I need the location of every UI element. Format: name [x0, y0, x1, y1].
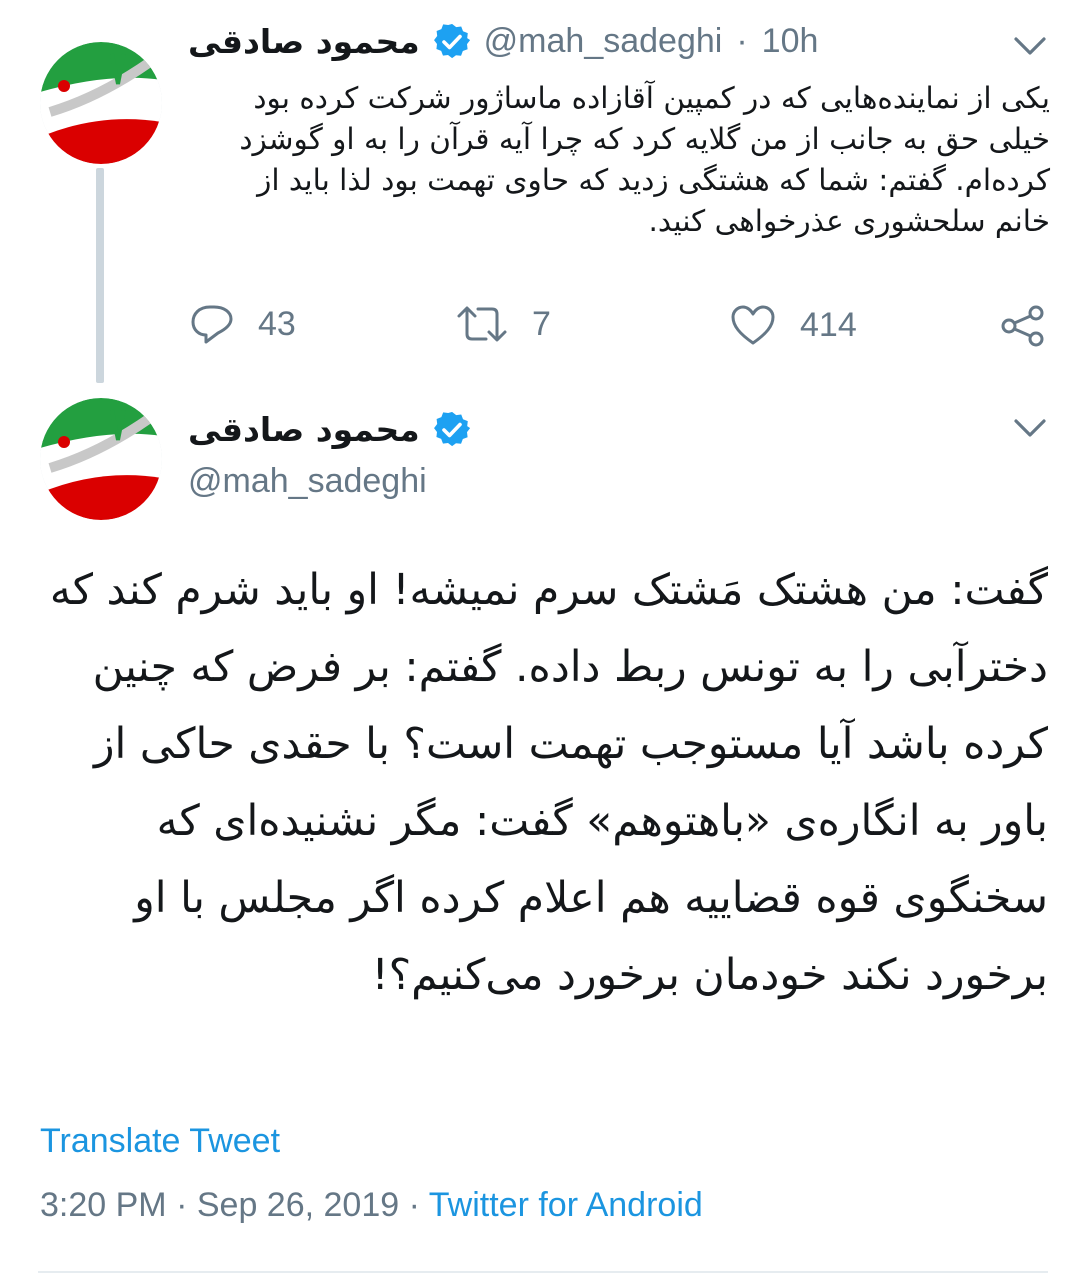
- avatar[interactable]: [40, 398, 162, 520]
- retweet-icon: [457, 306, 507, 342]
- handle[interactable]: @mah_sadeghi: [484, 22, 723, 61]
- display-name[interactable]: محمود صادقی: [188, 410, 420, 449]
- translate-tweet-link[interactable]: Translate Tweet: [40, 1122, 280, 1161]
- divider: [38, 1271, 1048, 1273]
- tweet-date[interactable]: Sep 26, 2019: [197, 1186, 399, 1224]
- tweet2-header-name-row: محمود صادقی: [188, 410, 470, 449]
- tweet-time[interactable]: 10h: [762, 22, 819, 61]
- tweet-source-link[interactable]: Twitter for Android: [429, 1186, 703, 1224]
- display-name[interactable]: محمود صادقی: [188, 22, 420, 61]
- tweet-time[interactable]: 3:20 PM: [40, 1186, 167, 1224]
- like-count: 414: [800, 305, 857, 344]
- meta-separator: ·: [176, 1186, 188, 1224]
- verified-badge-icon: [433, 23, 470, 58]
- tweet1-text: یکی از نماینده‌هایی که در کمپین آقازاده …: [239, 81, 1050, 238]
- tweet2-text: گفت: من هشتک مَشتک سرم نمیشه! او باید شر…: [49, 566, 1048, 1000]
- handle[interactable]: @mah_sadeghi: [188, 462, 427, 501]
- reply-icon: [191, 305, 233, 344]
- chevron-down-icon[interactable]: [1012, 414, 1048, 440]
- chevron-down-icon[interactable]: [1012, 32, 1048, 58]
- reply-button[interactable]: 43: [190, 304, 296, 344]
- like-icon: [731, 305, 775, 345]
- retweet-button[interactable]: 7: [456, 304, 551, 344]
- like-button[interactable]: 414: [730, 304, 857, 346]
- avatar[interactable]: [40, 42, 162, 164]
- avatar-flag-icon: [40, 398, 162, 520]
- meta-separator: ·: [736, 22, 748, 60]
- verified-badge-icon: [433, 411, 470, 446]
- avatar-flag-icon: [40, 42, 162, 164]
- tweet1-header: محمود صادقی @mah_sadeghi · 10h: [188, 22, 818, 61]
- retweet-count: 7: [532, 304, 551, 343]
- share-icon[interactable]: [1000, 304, 1046, 348]
- tweet-meta: 3:20 PM · Sep 26, 2019 · Twitter for And…: [40, 1186, 703, 1225]
- reply-count: 43: [258, 304, 296, 343]
- thread-connector-line: [96, 168, 104, 383]
- meta-separator: ·: [408, 1186, 420, 1224]
